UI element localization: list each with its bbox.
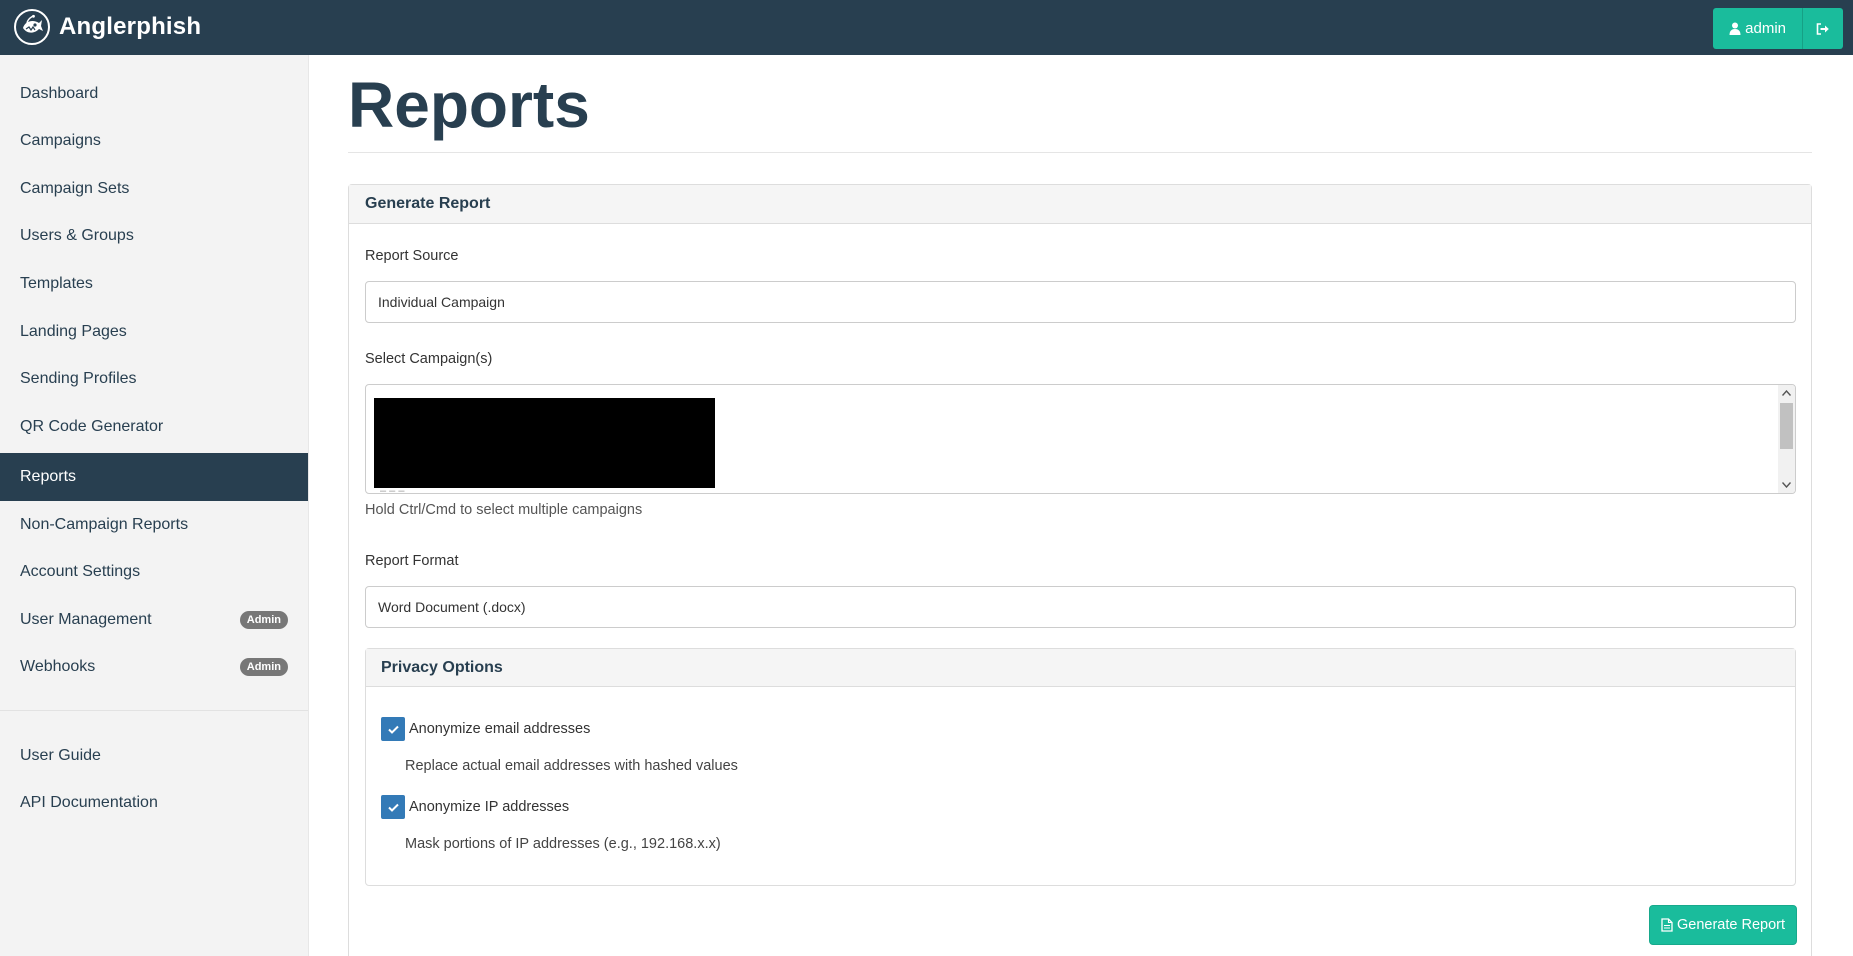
sidebar-item-label: QR Code Generator (20, 418, 164, 435)
top-navbar: Anglerphish admin (0, 0, 1853, 55)
report-source-label: Report Source (365, 248, 459, 264)
sidebar-item-label: Users & Groups (20, 227, 134, 244)
report-format-label: Report Format (365, 553, 459, 569)
privacy-options-panel: Privacy Options Anonymize email addresse… (365, 648, 1796, 886)
generate-report-button[interactable]: Generate Report (1649, 905, 1797, 945)
anonymize-ip-label: Anonymize IP addresses (409, 799, 570, 815)
sidebar-item-label: Webhooks (20, 658, 96, 675)
file-icon (1661, 918, 1673, 932)
sidebar-item-label: Non-Campaign Reports (20, 516, 189, 533)
sidebar-item-label: Reports (20, 468, 77, 485)
scroll-up-arrow-icon[interactable] (1781, 387, 1792, 398)
page-title: Reports (348, 69, 590, 141)
generate-report-label: Generate Report (1676, 917, 1785, 933)
checkmark-icon (387, 725, 399, 734)
scroll-thumb[interactable] (1780, 403, 1793, 449)
admin-badge: Admin (239, 658, 288, 676)
anonymize-email-description: Replace actual email addresses with hash… (405, 758, 738, 774)
sidebar-item-user-management[interactable]: User Management Admin (0, 596, 308, 644)
partially-hidden-option: ‒ ‒ ‒ (380, 485, 405, 494)
sidebar-item-campaigns[interactable]: Campaigns (0, 117, 308, 165)
sidebar-item-webhooks[interactable]: Webhooks Admin (0, 643, 308, 691)
sidebar-item-reports[interactable]: Reports (0, 453, 308, 501)
generate-report-panel: Generate Report Report Source Individual… (348, 184, 1812, 956)
anglerfish-logo-icon (14, 9, 50, 45)
report-source-value: Individual Campaign (378, 294, 505, 310)
sidebar-item-landing-pages[interactable]: Landing Pages (0, 308, 308, 356)
report-format-value: Word Document (.docx) (378, 599, 526, 615)
sidebar: Dashboard Campaigns Campaign Sets Users … (0, 55, 309, 956)
anonymize-ip-description: Mask portions of IP addresses (e.g., 192… (405, 836, 721, 852)
admin-badge: Admin (239, 611, 288, 629)
sidebar-item-users-groups[interactable]: Users & Groups (0, 212, 308, 260)
anonymize-ip-checkbox[interactable] (381, 795, 405, 819)
sidebar-item-campaign-sets[interactable]: Campaign Sets (0, 165, 308, 213)
sidebar-item-label: User Guide (20, 747, 101, 764)
panel-title: Generate Report (349, 185, 1811, 224)
sidebar-item-non-campaign-reports[interactable]: Non-Campaign Reports (0, 501, 308, 549)
user-menu-label: admin (1745, 20, 1786, 37)
sidebar-item-api-documentation[interactable]: API Documentation (0, 779, 308, 827)
select-campaigns-label: Select Campaign(s) (365, 351, 493, 367)
sidebar-item-dashboard[interactable]: Dashboard (0, 70, 308, 118)
logout-button[interactable] (1803, 8, 1843, 49)
anonymize-email-checkbox[interactable] (381, 717, 405, 741)
redacted-campaign-list (374, 398, 715, 488)
sidebar-item-sending-profiles[interactable]: Sending Profiles (0, 355, 308, 403)
sidebar-item-label: Landing Pages (20, 323, 127, 340)
app-name: Anglerphish (59, 13, 202, 40)
sidebar-item-user-guide[interactable]: User Guide (0, 732, 308, 780)
sign-out-icon (1816, 22, 1829, 35)
sidebar-item-label: Sending Profiles (20, 370, 137, 387)
campaign-multiselect[interactable]: ‒ ‒ ‒ (365, 384, 1796, 494)
sidebar-item-label: User Management (20, 611, 152, 628)
anonymize-email-option[interactable]: Anonymize email addresses (381, 717, 590, 741)
sidebar-item-label: Account Settings (20, 563, 141, 580)
checkmark-icon (387, 803, 399, 812)
sidebar-item-qr-code-generator[interactable]: QR Code Generator (0, 403, 308, 451)
sidebar-item-templates[interactable]: Templates (0, 260, 308, 308)
multi-select-help-text: Hold Ctrl/Cmd to select multiple campaig… (365, 502, 643, 518)
sidebar-item-label: API Documentation (20, 794, 158, 811)
report-source-select[interactable]: Individual Campaign (365, 281, 1796, 323)
sidebar-item-account-settings[interactable]: Account Settings (0, 548, 308, 596)
sidebar-item-label: Dashboard (20, 85, 99, 102)
user-menu-button[interactable]: admin (1713, 8, 1803, 49)
report-format-select[interactable]: Word Document (.docx) (365, 586, 1796, 628)
sidebar-item-label: Campaign Sets (20, 180, 130, 197)
sidebar-item-label: Campaigns (20, 132, 101, 149)
sidebar-item-label: Templates (20, 275, 93, 292)
anonymize-email-label: Anonymize email addresses (409, 721, 591, 737)
brand-link[interactable]: Anglerphish (14, 6, 201, 48)
scroll-down-arrow-icon[interactable] (1781, 479, 1792, 490)
campaign-list-scrollbar[interactable] (1778, 385, 1795, 493)
title-divider (348, 152, 1812, 153)
anonymize-ip-option[interactable]: Anonymize IP addresses (381, 795, 569, 819)
privacy-options-title: Privacy Options (366, 649, 1795, 687)
user-icon (1729, 22, 1741, 35)
sidebar-divider (0, 710, 308, 711)
